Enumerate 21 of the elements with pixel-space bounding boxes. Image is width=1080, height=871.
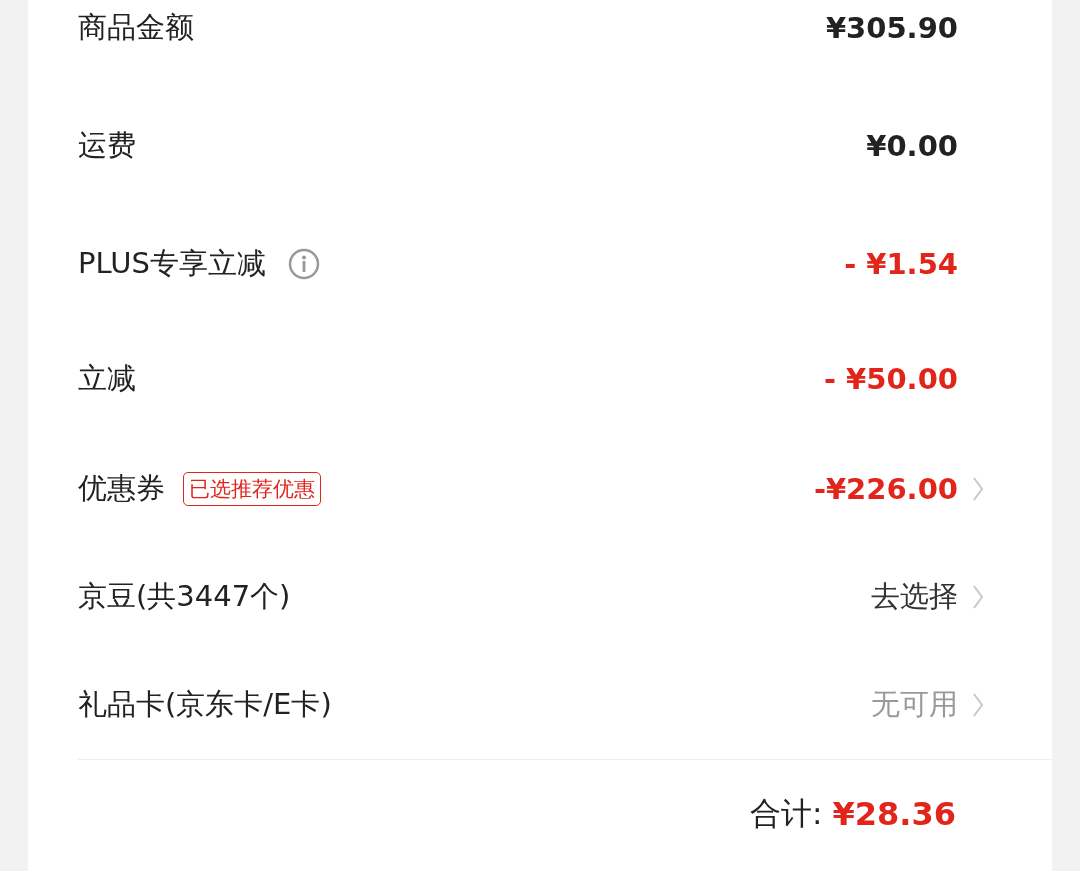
row-value: - ¥1.54 — [844, 247, 958, 281]
row-value[interactable]: 无可用 — [871, 685, 958, 725]
row-value[interactable]: 去选择 — [871, 577, 958, 617]
info-icon[interactable] — [287, 248, 320, 280]
row-label: 立减 — [78, 360, 136, 397]
row-label: 优惠券 — [78, 470, 165, 507]
row-label: PLUS专享立减 — [78, 245, 266, 282]
row-label: 礼品卡(京东卡/E卡) — [78, 686, 332, 723]
chevron-icon[interactable] — [971, 583, 985, 611]
row-label: 京豆(共3447个) — [78, 578, 291, 615]
row-label: 商品金额 — [78, 9, 194, 46]
chevron-icon[interactable] — [971, 475, 985, 503]
total-amount: ¥28.36 — [832, 795, 956, 833]
row-value: ¥0.00 — [866, 129, 958, 163]
row-value[interactable]: -¥226.00 — [813, 472, 958, 506]
row-value: - ¥50.00 — [823, 362, 958, 396]
total-label: 合计: — [750, 794, 823, 833]
row-value: ¥305.90 — [825, 11, 958, 45]
chevron-icon[interactable] — [971, 691, 985, 719]
row-label: 运费 — [78, 127, 136, 164]
tag: 已选推荐优惠 — [183, 472, 321, 506]
